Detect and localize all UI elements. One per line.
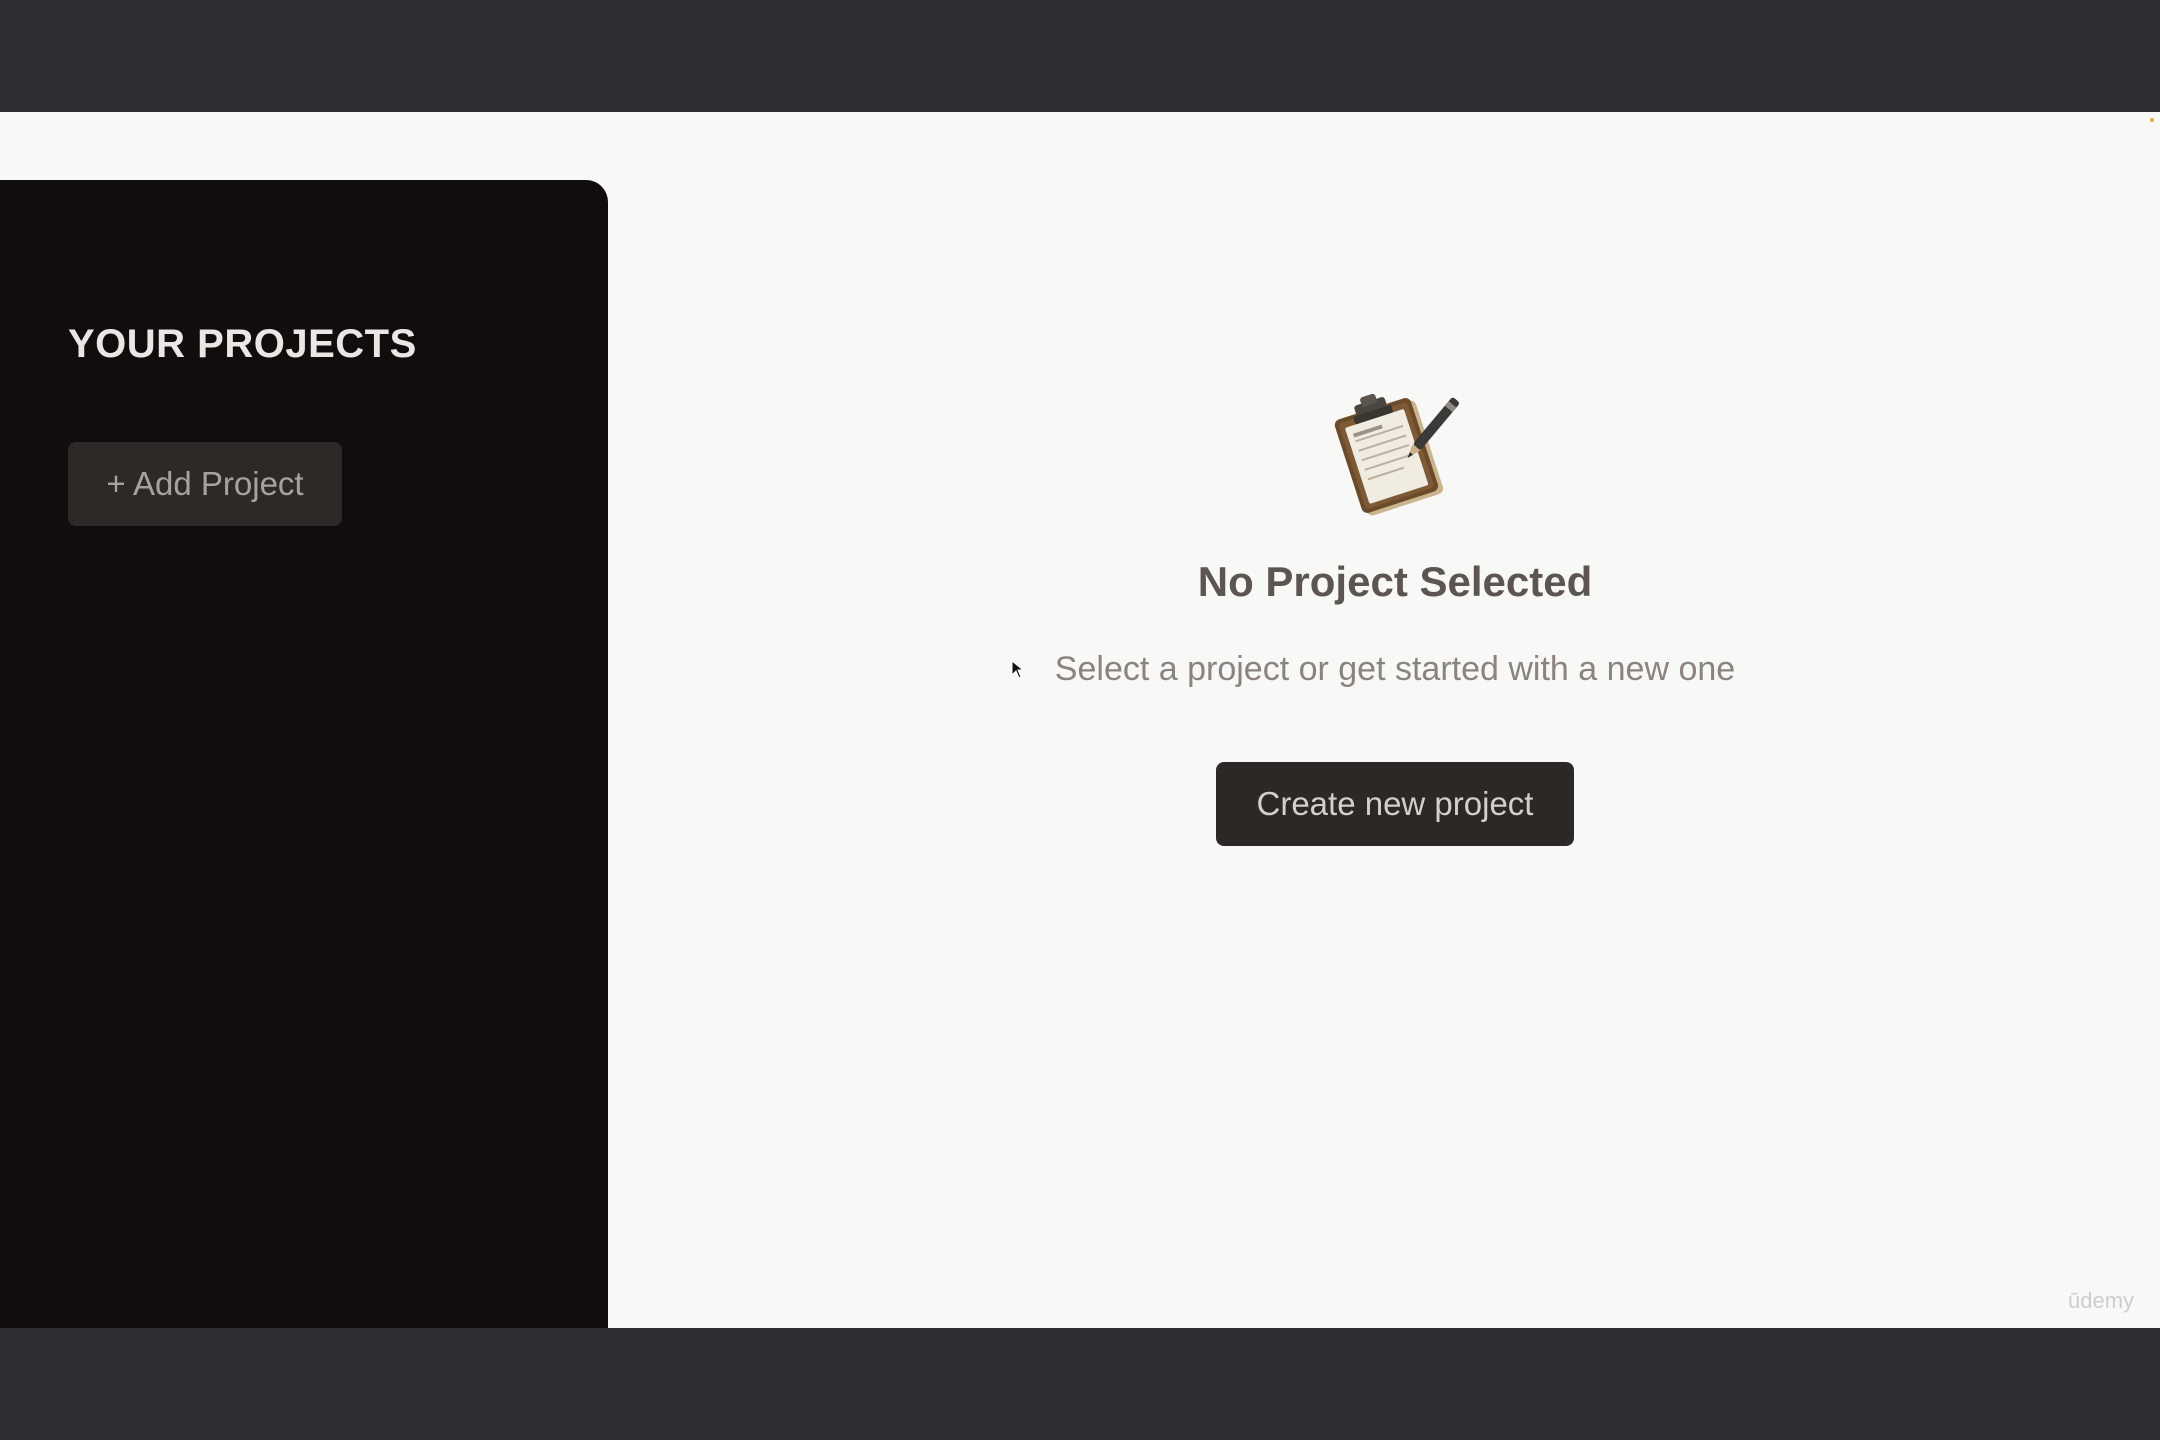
watermark-logo: ūdemy (2068, 1288, 2135, 1313)
create-new-project-button[interactable]: Create new project (1216, 762, 1574, 846)
status-dot (2150, 118, 2154, 122)
mouse-cursor-icon (1011, 659, 1025, 680)
empty-state-heading: No Project Selected (1197, 558, 1593, 605)
add-project-button[interactable]: + Add Project (68, 442, 342, 526)
letterbox-bottom (0, 1328, 2160, 1440)
sidebar-title: YOUR PROJECTS (68, 322, 417, 366)
app-window: YOUR PROJECTS + Add Project No Project S… (0, 112, 2160, 1328)
clipboard-pen-icon (1324, 378, 1464, 518)
projects-sidebar: YOUR PROJECTS + Add Project (0, 180, 608, 1328)
empty-state-description: Select a project or get started with a n… (1054, 650, 1736, 688)
letterbox-top (0, 0, 2160, 112)
